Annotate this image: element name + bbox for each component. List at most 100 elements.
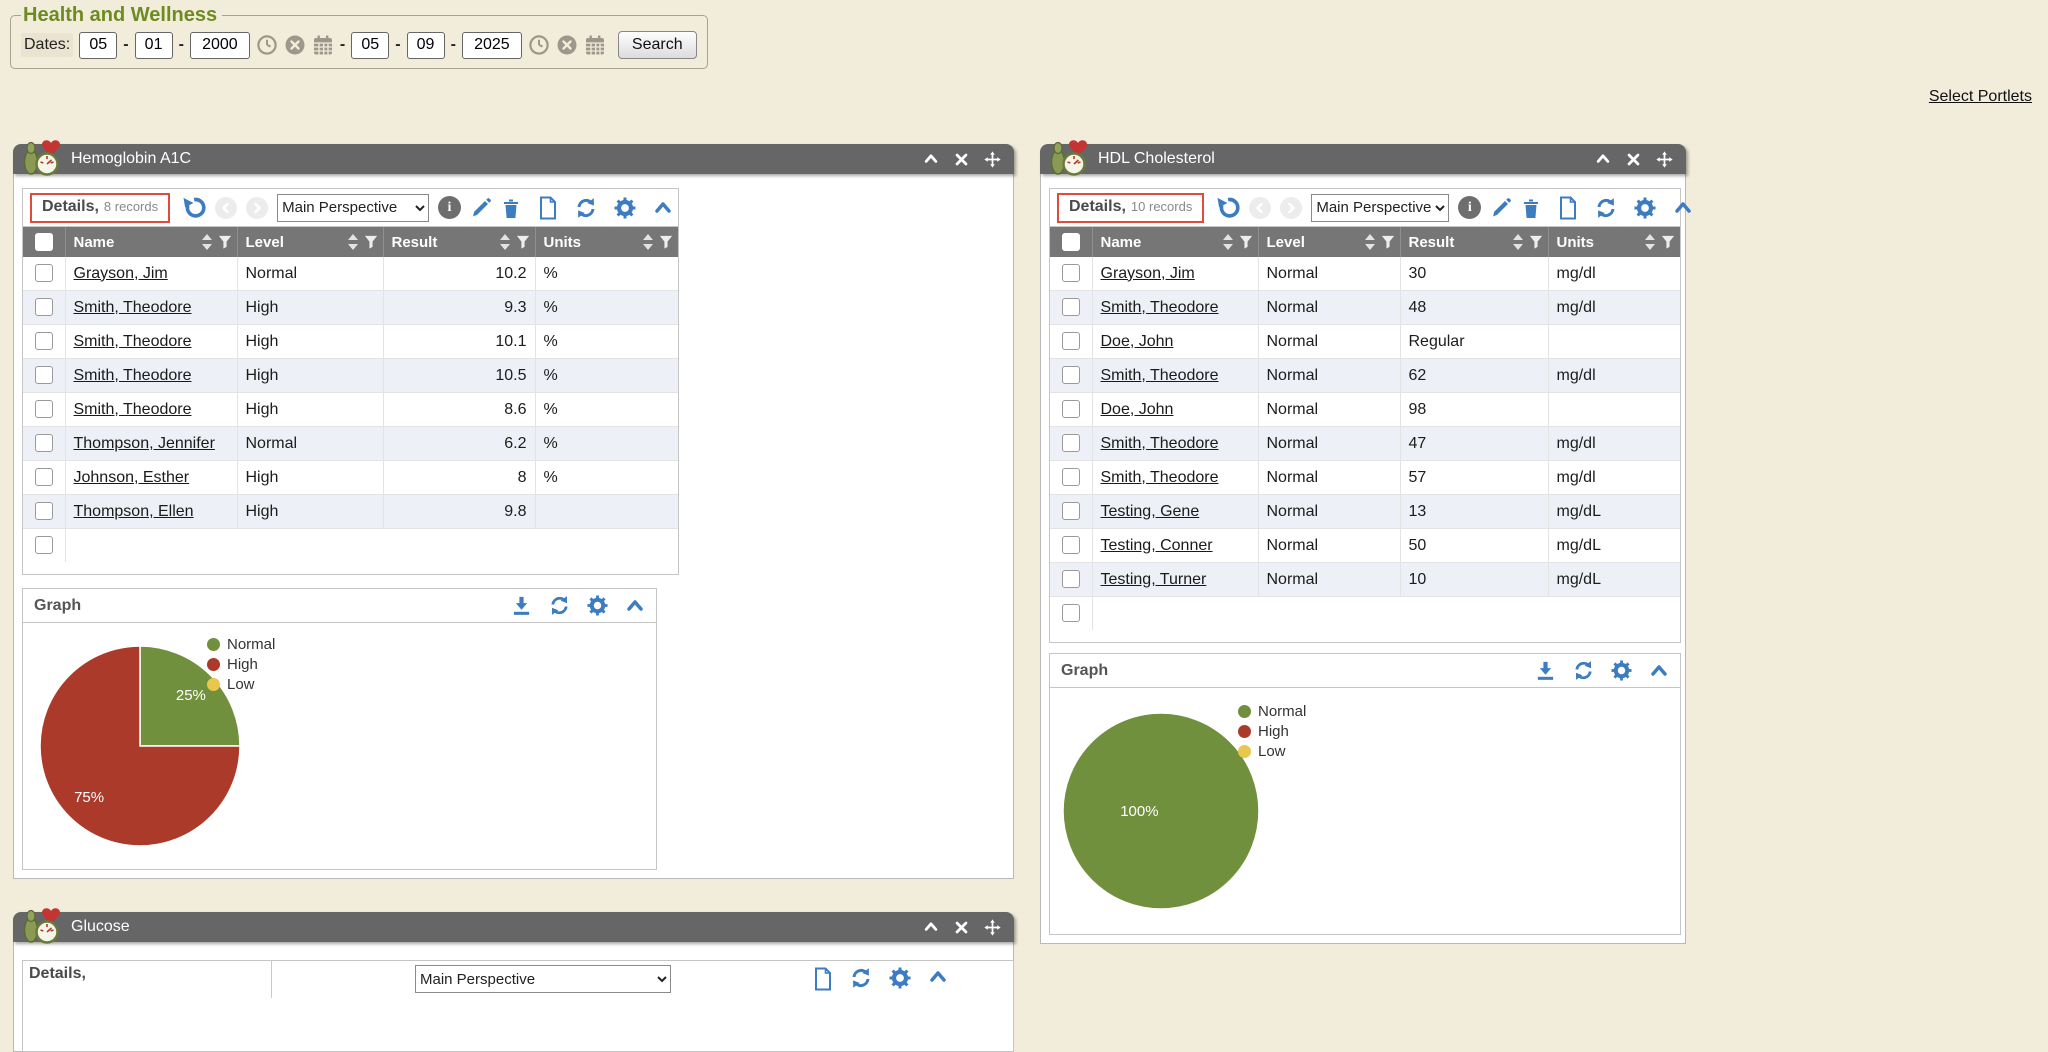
row-checkbox[interactable]: [35, 366, 53, 384]
patient-link[interactable]: Testing, Conner: [1101, 537, 1213, 554]
from-day-input[interactable]: [135, 32, 173, 59]
new-document-icon[interactable]: [538, 196, 558, 220]
to-year-input[interactable]: [462, 32, 522, 59]
row-checkbox[interactable]: [1062, 468, 1080, 486]
perspective-select[interactable]: Main Perspective: [415, 965, 671, 993]
to-month-input[interactable]: [351, 32, 389, 59]
patient-link[interactable]: Smith, Theodore: [1101, 435, 1219, 452]
row-checkbox[interactable]: [1062, 570, 1080, 588]
from-month-input[interactable]: [79, 32, 117, 59]
patient-link[interactable]: Smith, Theodore: [1101, 299, 1219, 316]
column-header-units[interactable]: Units: [1548, 227, 1680, 257]
patient-link[interactable]: Smith, Theodore: [74, 333, 192, 350]
patient-link[interactable]: Testing, Turner: [1101, 571, 1207, 588]
filter-icon[interactable]: [1381, 235, 1395, 249]
collapse-graph-icon[interactable]: [1649, 661, 1669, 681]
info-icon[interactable]: i: [438, 196, 461, 219]
close-icon[interactable]: [1626, 152, 1641, 167]
patient-link[interactable]: Thompson, Ellen: [74, 503, 194, 520]
edit-icon[interactable]: [470, 197, 492, 219]
column-header-level[interactable]: Level: [237, 227, 383, 257]
undo-icon[interactable]: [181, 195, 206, 220]
sort-icon[interactable]: [1645, 234, 1655, 250]
patient-link[interactable]: Doe, John: [1101, 333, 1174, 350]
filter-icon[interactable]: [1661, 235, 1675, 249]
row-checkbox[interactable]: [35, 502, 53, 520]
edit-icon[interactable]: [1490, 197, 1512, 219]
patient-link[interactable]: Testing, Gene: [1101, 503, 1200, 520]
patient-link[interactable]: Johnson, Esther: [74, 469, 190, 486]
settings-icon[interactable]: [1611, 660, 1632, 681]
to-day-input[interactable]: [407, 32, 445, 59]
perspective-select[interactable]: Main Perspective: [277, 194, 429, 222]
refresh-icon[interactable]: [549, 595, 570, 616]
patient-link[interactable]: Smith, Theodore: [1101, 469, 1219, 486]
move-icon[interactable]: [1656, 151, 1673, 168]
sort-icon[interactable]: [348, 234, 358, 250]
new-document-icon[interactable]: [1558, 196, 1578, 220]
select-all-checkbox[interactable]: [1062, 233, 1080, 251]
collapse-grid-icon[interactable]: [1673, 198, 1693, 218]
collapse-icon[interactable]: [1595, 151, 1611, 167]
patient-link[interactable]: Grayson, Jim: [1101, 265, 1195, 282]
column-header-units[interactable]: Units: [535, 227, 678, 257]
clock-icon[interactable]: [528, 34, 550, 56]
close-icon[interactable]: [954, 920, 969, 935]
column-header-name[interactable]: Name: [1092, 227, 1258, 257]
collapse-grid-icon[interactable]: [653, 198, 673, 218]
perspective-select[interactable]: Main Perspective: [1311, 194, 1449, 222]
patient-link[interactable]: Doe, John: [1101, 401, 1174, 418]
collapse-icon[interactable]: [923, 919, 939, 935]
settings-icon[interactable]: [1634, 197, 1656, 219]
row-checkbox[interactable]: [35, 434, 53, 452]
select-all-checkbox[interactable]: [35, 233, 53, 251]
move-icon[interactable]: [984, 919, 1001, 936]
clear-date-icon[interactable]: [284, 34, 306, 56]
patient-link[interactable]: Smith, Theodore: [1101, 367, 1219, 384]
search-button[interactable]: Search: [618, 31, 697, 59]
column-header-name[interactable]: Name: [65, 227, 237, 257]
filter-icon[interactable]: [1239, 235, 1253, 249]
row-checkbox[interactable]: [35, 536, 53, 554]
row-checkbox[interactable]: [1062, 536, 1080, 554]
patient-link[interactable]: Smith, Theodore: [74, 367, 192, 384]
clear-date-icon[interactable]: [556, 34, 578, 56]
close-icon[interactable]: [954, 152, 969, 167]
filter-icon[interactable]: [516, 235, 530, 249]
select-portlets-link[interactable]: Select Portlets: [1929, 88, 2032, 106]
undo-icon[interactable]: [1215, 195, 1240, 220]
row-checkbox[interactable]: [35, 332, 53, 350]
row-checkbox[interactable]: [1062, 502, 1080, 520]
portlet-titlebar[interactable]: Hemoglobin A1C: [13, 144, 1014, 174]
filter-icon[interactable]: [218, 235, 232, 249]
portlet-titlebar[interactable]: HDL Cholesterol: [1040, 144, 1686, 174]
next-icon[interactable]: [1280, 197, 1302, 219]
row-checkbox[interactable]: [1062, 264, 1080, 282]
clock-icon[interactable]: [256, 34, 278, 56]
settings-icon[interactable]: [587, 595, 608, 616]
next-icon[interactable]: [246, 197, 268, 219]
column-header-result[interactable]: Result: [1400, 227, 1548, 257]
row-checkbox[interactable]: [1062, 366, 1080, 384]
delete-icon[interactable]: [501, 197, 521, 219]
prev-icon[interactable]: [1249, 197, 1271, 219]
download-icon[interactable]: [1535, 660, 1556, 681]
move-icon[interactable]: [984, 151, 1001, 168]
collapse-icon[interactable]: [923, 151, 939, 167]
collapse-graph-icon[interactable]: [625, 596, 645, 616]
row-checkbox[interactable]: [1062, 332, 1080, 350]
row-checkbox[interactable]: [1062, 434, 1080, 452]
prev-icon[interactable]: [215, 197, 237, 219]
row-checkbox[interactable]: [1062, 604, 1080, 622]
row-checkbox[interactable]: [35, 468, 53, 486]
patient-link[interactable]: Grayson, Jim: [74, 265, 168, 282]
patient-link[interactable]: Thompson, Jennifer: [74, 435, 215, 452]
info-icon[interactable]: i: [1458, 196, 1481, 219]
patient-link[interactable]: Smith, Theodore: [74, 299, 192, 316]
row-checkbox[interactable]: [1062, 400, 1080, 418]
calendar-icon[interactable]: [584, 34, 606, 56]
column-header-result[interactable]: Result: [383, 227, 535, 257]
settings-icon[interactable]: [614, 197, 636, 219]
portlet-titlebar[interactable]: Glucose: [13, 912, 1014, 942]
sort-icon[interactable]: [1365, 234, 1375, 250]
